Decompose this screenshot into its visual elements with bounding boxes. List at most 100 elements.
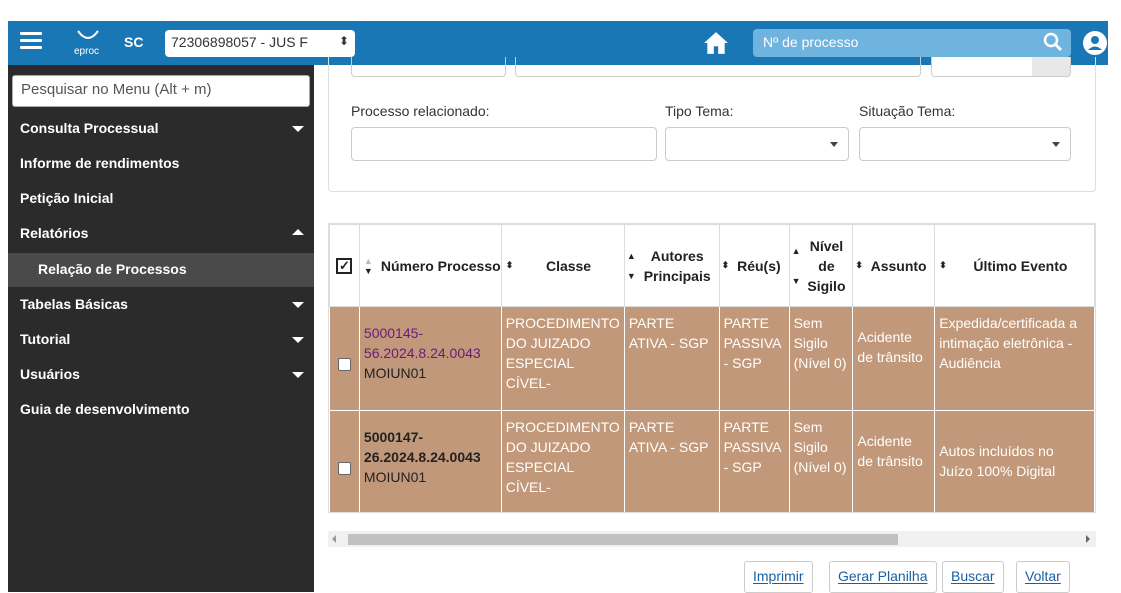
sidebar-item-relacao-processos[interactable]: Relação de Processos xyxy=(8,253,314,287)
select-caret-icon: ⬍ xyxy=(338,34,349,48)
header-label: Número Processo xyxy=(380,257,501,274)
sort-asc-icon[interactable]: ▲ xyxy=(364,256,373,266)
process-number-link[interactable]: 5000145-56.2024.8.24.0043 xyxy=(364,323,497,363)
sidebar-item-label: Relatórios xyxy=(20,225,89,241)
caret-down-icon xyxy=(1052,142,1060,147)
user-avatar-icon[interactable] xyxy=(1083,31,1107,55)
sidebar-item-tutorial[interactable]: Tutorial xyxy=(8,323,314,357)
process-search-placeholder: Nº de processo xyxy=(763,34,859,50)
unit-select-value: 72306898057 - JUS F xyxy=(171,34,308,50)
sidebar-item-label: Tutorial xyxy=(20,331,71,347)
evento-cell: Autos incluídos no Juízo 100% Digital xyxy=(934,410,1095,512)
select-all-header: ✓ xyxy=(329,224,360,307)
home-icon[interactable] xyxy=(703,31,729,55)
horizontal-scrollbar[interactable] xyxy=(328,531,1096,547)
chevron-down-icon xyxy=(292,302,304,308)
row-checkbox[interactable] xyxy=(337,461,351,475)
sidebar-item-informe-rendimentos[interactable]: Informe de rendimentos xyxy=(8,147,314,181)
filter-input-partial[interactable] xyxy=(931,57,1071,77)
processo-relacionado-input[interactable] xyxy=(351,127,657,161)
scroll-left-icon[interactable] xyxy=(332,535,336,543)
search-icon[interactable] xyxy=(1043,32,1063,52)
assunto-cell: Acidente de trânsito xyxy=(852,306,936,411)
uf-label: SC xyxy=(124,34,144,50)
row-checkbox[interactable] xyxy=(337,357,351,371)
menu-search-input[interactable]: Pesquisar no Menu (Alt + m) xyxy=(12,75,310,107)
chevron-down-icon xyxy=(292,337,304,343)
sidebar-item-label: Petição Inicial xyxy=(20,190,114,206)
sort-desc-icon[interactable]: ▼ xyxy=(364,266,373,276)
sigilo-cell: Sem Sigilo (Nível 0) xyxy=(788,306,854,411)
select-all-checkbox[interactable]: ✓ xyxy=(336,258,353,274)
col-assunto[interactable]: ⬍ Assunto xyxy=(852,224,936,307)
chevron-down-icon xyxy=(292,372,304,378)
header-label: Autores Principais xyxy=(643,247,711,284)
filter-input-partial[interactable] xyxy=(515,57,921,77)
header-label: Réu(s) xyxy=(737,257,781,274)
col-numero-processo[interactable]: ▲ ▼ Número Processo xyxy=(358,224,502,307)
sidebar-item-relatorios[interactable]: Relatórios xyxy=(8,217,314,251)
filter-panel: Processo relacionado: Tipo Tema: Situaçã… xyxy=(328,57,1096,192)
sort-desc-icon[interactable]: ▼ xyxy=(792,266,801,296)
tipo-tema-label: Tipo Tema: xyxy=(665,103,734,119)
reus-cell: PARTE PASSIVA - SGP xyxy=(718,410,790,512)
sort-icon[interactable]: ⬍ xyxy=(939,260,947,271)
table-row: 5000145-56.2024.8.24.0043 MOIUN01 PROCED… xyxy=(329,306,1095,411)
sigilo-cell: Sem Sigilo (Nível 0) xyxy=(788,410,854,512)
filter-input-partial[interactable] xyxy=(351,57,506,77)
process-table: ✓ ▲ ▼ Número Processo ⬍ Classe ▲ ▼ Autores P… xyxy=(329,224,1095,512)
classe-cell: PROCEDIMENTO DO JUIZADO ESPECIAL CÍVEL- xyxy=(500,306,625,411)
situacao-tema-label: Situação Tema: xyxy=(859,103,956,119)
unit-select[interactable]: 72306898057 - JUS F ⬍ xyxy=(165,30,355,57)
header-label: Último Evento xyxy=(973,257,1068,274)
sidebar-item-guia-desenvolvimento[interactable]: Guia de desenvolvimento xyxy=(8,393,314,427)
sidebar-item-label: Guia de desenvolvimento xyxy=(20,401,190,417)
sidebar-item-label: Usuários xyxy=(20,366,80,382)
menu-toggle-icon[interactable] xyxy=(20,32,42,52)
eproc-logo[interactable]: eproc xyxy=(70,27,106,59)
situacao-tema-select[interactable] xyxy=(859,127,1071,161)
sidebar-item-tabelas-basicas[interactable]: Tabelas Básicas xyxy=(8,288,314,322)
buscar-button[interactable]: Buscar xyxy=(942,561,1004,593)
chevron-up-icon xyxy=(292,229,304,235)
assunto-cell: Acidente de trânsito xyxy=(852,410,936,512)
sidebar-item-peticao-inicial[interactable]: Petição Inicial xyxy=(8,182,314,216)
orgao-label: MOIUN01 xyxy=(363,365,427,381)
imprimir-button[interactable]: Imprimir xyxy=(744,561,813,593)
processo-relacionado-label: Processo relacionado: xyxy=(351,103,490,119)
caret-down-icon xyxy=(830,142,838,147)
process-search-input[interactable]: Nº de processo xyxy=(753,29,1071,57)
process-number-link[interactable]: 5000147-26.2024.8.24.0043 xyxy=(364,427,497,467)
sidebar-item-label: Consulta Processual xyxy=(20,120,159,136)
sort-asc-icon[interactable]: ▲ xyxy=(627,246,636,266)
sidebar-item-consulta-processual[interactable]: Consulta Processual xyxy=(8,112,314,146)
table-row: 5000147-26.2024.8.24.0043 MOIUN01 PROCED… xyxy=(329,410,1095,512)
sort-icon[interactable]: ⬍ xyxy=(722,260,730,271)
voltar-button[interactable]: Voltar xyxy=(1016,561,1070,593)
gerar-planilha-button[interactable]: Gerar Planilha xyxy=(829,561,937,593)
header-label: Assunto xyxy=(870,257,927,274)
reus-cell: PARTE PASSIVA - SGP xyxy=(718,306,790,411)
col-nivel-sigilo[interactable]: ▲ ▼ Nível de Sigilo xyxy=(788,224,854,307)
header-label: Classe xyxy=(545,257,592,274)
sort-asc-icon[interactable]: ▲ xyxy=(792,236,801,266)
sidebar-item-label: Informe de rendimentos xyxy=(20,155,180,171)
orgao-label: MOIUN01 xyxy=(363,469,427,485)
sort-icon[interactable]: ⬍ xyxy=(506,260,514,271)
sidebar-item-usuarios[interactable]: Usuários xyxy=(8,358,314,392)
col-autores[interactable]: ▲ ▼ Autores Principais xyxy=(623,224,720,307)
col-reus[interactable]: ⬍ Réu(s) xyxy=(718,224,790,307)
tipo-tema-select[interactable] xyxy=(665,127,849,161)
col-classe[interactable]: ⬍ Classe xyxy=(500,224,625,307)
evento-cell: Expedida/certificada a intimação eletrôn… xyxy=(934,306,1095,411)
sidebar: Pesquisar no Menu (Alt + m) Consulta Pro… xyxy=(8,65,314,592)
col-ultimo-evento[interactable]: ⬍ Último Evento xyxy=(934,224,1095,307)
scrollbar-thumb[interactable] xyxy=(348,534,898,545)
chevron-down-icon xyxy=(292,126,304,132)
sort-icon[interactable]: ⬍ xyxy=(855,260,863,271)
sidebar-item-label: Tabelas Básicas xyxy=(20,296,128,312)
autores-cell: PARTE ATIVA - SGP xyxy=(623,410,720,512)
header-label: Nível de Sigilo xyxy=(807,237,846,294)
sort-desc-icon[interactable]: ▼ xyxy=(627,266,636,286)
scroll-right-icon[interactable] xyxy=(1086,535,1090,543)
